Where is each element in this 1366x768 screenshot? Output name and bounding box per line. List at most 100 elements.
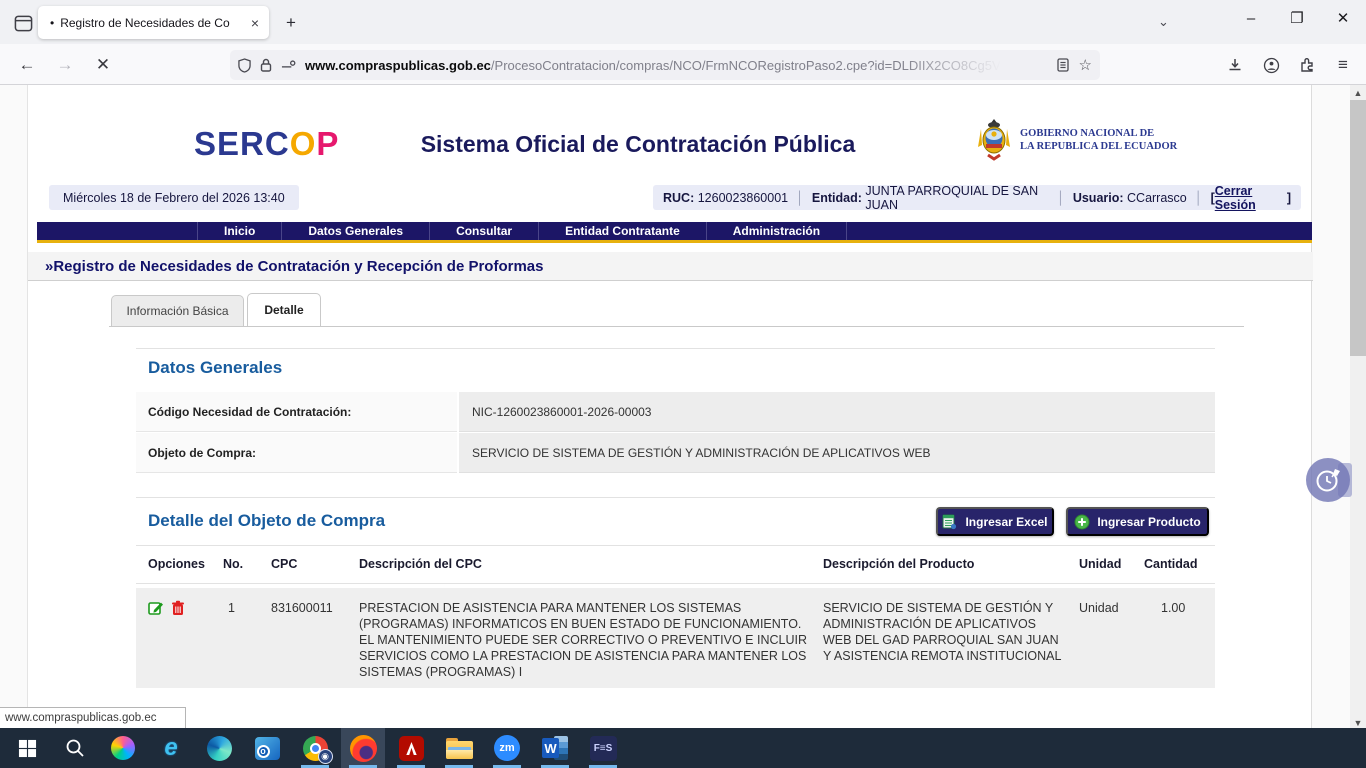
- sercop-logo-serc: SERC: [194, 125, 290, 162]
- col-no: No.: [223, 557, 243, 571]
- edit-icon[interactable]: [148, 600, 164, 616]
- col-desc-cpc: Descripción del CPC: [359, 557, 482, 571]
- status-link-preview: www.compraspublicas.gob.ec: [0, 707, 186, 728]
- window-minimize-button[interactable]: –: [1228, 0, 1274, 36]
- ecuador-crest-icon: [976, 117, 1012, 163]
- cell-cpc: 831600011: [271, 600, 333, 616]
- vertical-scrollbar[interactable]: ▲ ▼: [1350, 85, 1366, 730]
- main-nav: Inicio Datos Generales Consultar Entidad…: [37, 222, 1312, 243]
- screen: • Registro de Necesidades de Co × + ⌄ – …: [0, 0, 1366, 768]
- bookmark-star-icon[interactable]: ☆: [1079, 56, 1092, 74]
- taskbar-edge-button[interactable]: [197, 728, 241, 768]
- tab-unsaved-indicator: •: [50, 16, 54, 30]
- delete-trash-icon[interactable]: [171, 600, 187, 616]
- divider: [136, 583, 1215, 584]
- firefox-view-icon[interactable]: [10, 10, 36, 36]
- reader-mode-icon[interactable]: [1057, 58, 1069, 72]
- start-button[interactable]: [5, 728, 49, 768]
- url-bar[interactable]: www.compraspublicas.gob.ec/ProcesoContra…: [230, 50, 1100, 80]
- browser-tab[interactable]: • Registro de Necesidades de Co ×: [38, 6, 269, 39]
- nav-item-administracion[interactable]: Administración: [707, 222, 847, 240]
- back-icon[interactable]: ←: [14, 52, 40, 78]
- taskbar-ie-button[interactable]: e: [149, 728, 193, 768]
- shield-icon[interactable]: [238, 58, 251, 73]
- forward-icon[interactable]: →: [52, 52, 78, 78]
- cell-product-desc: SERVICIO DE SISTEMA DE GESTIÓN Y ADMINIS…: [823, 600, 1063, 664]
- page-body: SERCOP Sistema Oficial de Contratación P…: [27, 85, 1312, 730]
- user-label: Usuario:: [1073, 191, 1124, 205]
- nav-item-inicio[interactable]: Inicio: [197, 222, 282, 240]
- col-opciones: Opciones: [148, 557, 205, 571]
- separator: │: [796, 191, 804, 205]
- datos-generales-heading: Datos Generales: [148, 358, 282, 378]
- permissions-icon[interactable]: [281, 60, 296, 70]
- cell-cpc-desc: PRESTACION DE ASISTENCIA PARA MANTENER L…: [359, 600, 807, 680]
- tab-detalle[interactable]: Detalle: [247, 293, 321, 326]
- divider: [136, 348, 1215, 349]
- zoom-icon: zm: [494, 735, 520, 761]
- downloads-icon[interactable]: [1222, 52, 1248, 78]
- taskbar-zoom-button[interactable]: zm: [485, 728, 529, 768]
- ruc-value: 1260023860001: [698, 191, 788, 205]
- system-title: Sistema Oficial de Contratación Pública: [328, 131, 948, 158]
- nav-item-entidad-contratante[interactable]: Entidad Contratante: [539, 222, 707, 240]
- user-value: CCarrasco: [1127, 191, 1187, 205]
- page-viewport: SERCOP Sistema Oficial de Contratación P…: [0, 85, 1366, 730]
- floating-clock-widget[interactable]: [1306, 458, 1350, 502]
- chrome-icon: ◉: [303, 736, 328, 761]
- tab-close-icon[interactable]: ×: [249, 15, 261, 31]
- taskbar-copilot-button[interactable]: [101, 728, 145, 768]
- menu-hamburger-icon[interactable]: ≡: [1330, 52, 1356, 78]
- datetime-chip: Miércoles 18 de Febrero del 2026 13:40: [49, 185, 299, 210]
- nav-item-datos-generales[interactable]: Datos Generales: [282, 222, 430, 240]
- entity-value: JUNTA PARROQUIAL DE SAN JUAN: [865, 184, 1049, 212]
- url-text[interactable]: www.compraspublicas.gob.ec/ProcesoContra…: [305, 58, 1053, 73]
- taskbar-chrome-button[interactable]: ◉: [293, 728, 337, 768]
- windows-logo-icon: [18, 739, 37, 758]
- extensions-puzzle-icon[interactable]: [1294, 52, 1320, 78]
- panel-top-border: [109, 326, 1244, 327]
- tab-list-chevron-icon[interactable]: ⌄: [1158, 14, 1169, 30]
- cell-cantidad: 1.00: [1161, 600, 1185, 616]
- outlook-icon: o: [255, 737, 280, 760]
- logout-link[interactable]: Cerrar Sesión: [1215, 184, 1287, 212]
- fes-app-icon: F≡S: [590, 736, 617, 761]
- ingresar-producto-button[interactable]: Ingresar Producto: [1066, 507, 1209, 536]
- copilot-icon: [111, 736, 135, 760]
- separator: │: [1057, 191, 1065, 205]
- taskbar-acrobat-button[interactable]: [389, 728, 433, 768]
- cell-no: 1: [228, 600, 235, 616]
- window-restore-button[interactable]: ❐: [1274, 0, 1320, 36]
- taskbar-word-button[interactable]: W: [533, 728, 577, 768]
- col-desc-producto: Descripción del Producto: [823, 557, 974, 571]
- sercop-logo: SERCOP: [194, 125, 339, 163]
- field-row-codigo: Código Necesidad de Contratación: NIC-12…: [136, 392, 1215, 432]
- internet-explorer-icon: e: [164, 734, 177, 762]
- url-path: /ProcesoContratacion/compras/NCO/FrmNCOR…: [491, 58, 1017, 73]
- taskbar-firefox-button[interactable]: [341, 728, 385, 768]
- new-tab-button[interactable]: +: [280, 12, 302, 34]
- nav-item-consultar[interactable]: Consultar: [430, 222, 539, 240]
- taskbar-outlook-button[interactable]: o: [245, 728, 289, 768]
- scrollbar-thumb[interactable]: [1350, 100, 1366, 356]
- separator: │: [1195, 191, 1203, 205]
- edge-icon: [207, 736, 232, 761]
- codigo-value: NIC-1260023860001-2026-00003: [459, 392, 1215, 432]
- stop-loading-icon[interactable]: ✕: [90, 52, 116, 78]
- account-icon[interactable]: [1258, 52, 1284, 78]
- taskbar-search-button[interactable]: [53, 728, 97, 768]
- window-close-button[interactable]: ✕: [1320, 0, 1366, 36]
- ingresar-excel-button[interactable]: Ingresar Excel: [936, 507, 1054, 536]
- lock-icon[interactable]: [260, 58, 272, 72]
- government-logo-text: GOBIERNO NACIONAL DE LA REPUBLICA DEL EC…: [1020, 127, 1177, 153]
- entity-label: Entidad:: [812, 191, 862, 205]
- col-unidad: Unidad: [1079, 557, 1121, 571]
- excel-icon: [942, 514, 958, 530]
- field-row-objeto: Objeto de Compra: SERVICIO DE SISTEMA DE…: [136, 433, 1215, 473]
- scroll-up-icon[interactable]: ▲: [1350, 85, 1366, 100]
- taskbar-fes-button[interactable]: F≡S: [581, 728, 625, 768]
- taskbar-explorer-button[interactable]: [437, 728, 481, 768]
- tab-informacion-basica[interactable]: Información Básica: [111, 295, 244, 326]
- chrome-profile-badge: ◉: [318, 749, 333, 764]
- table-row: 1 831600011 PRESTACION DE ASISTENCIA PAR…: [136, 588, 1215, 688]
